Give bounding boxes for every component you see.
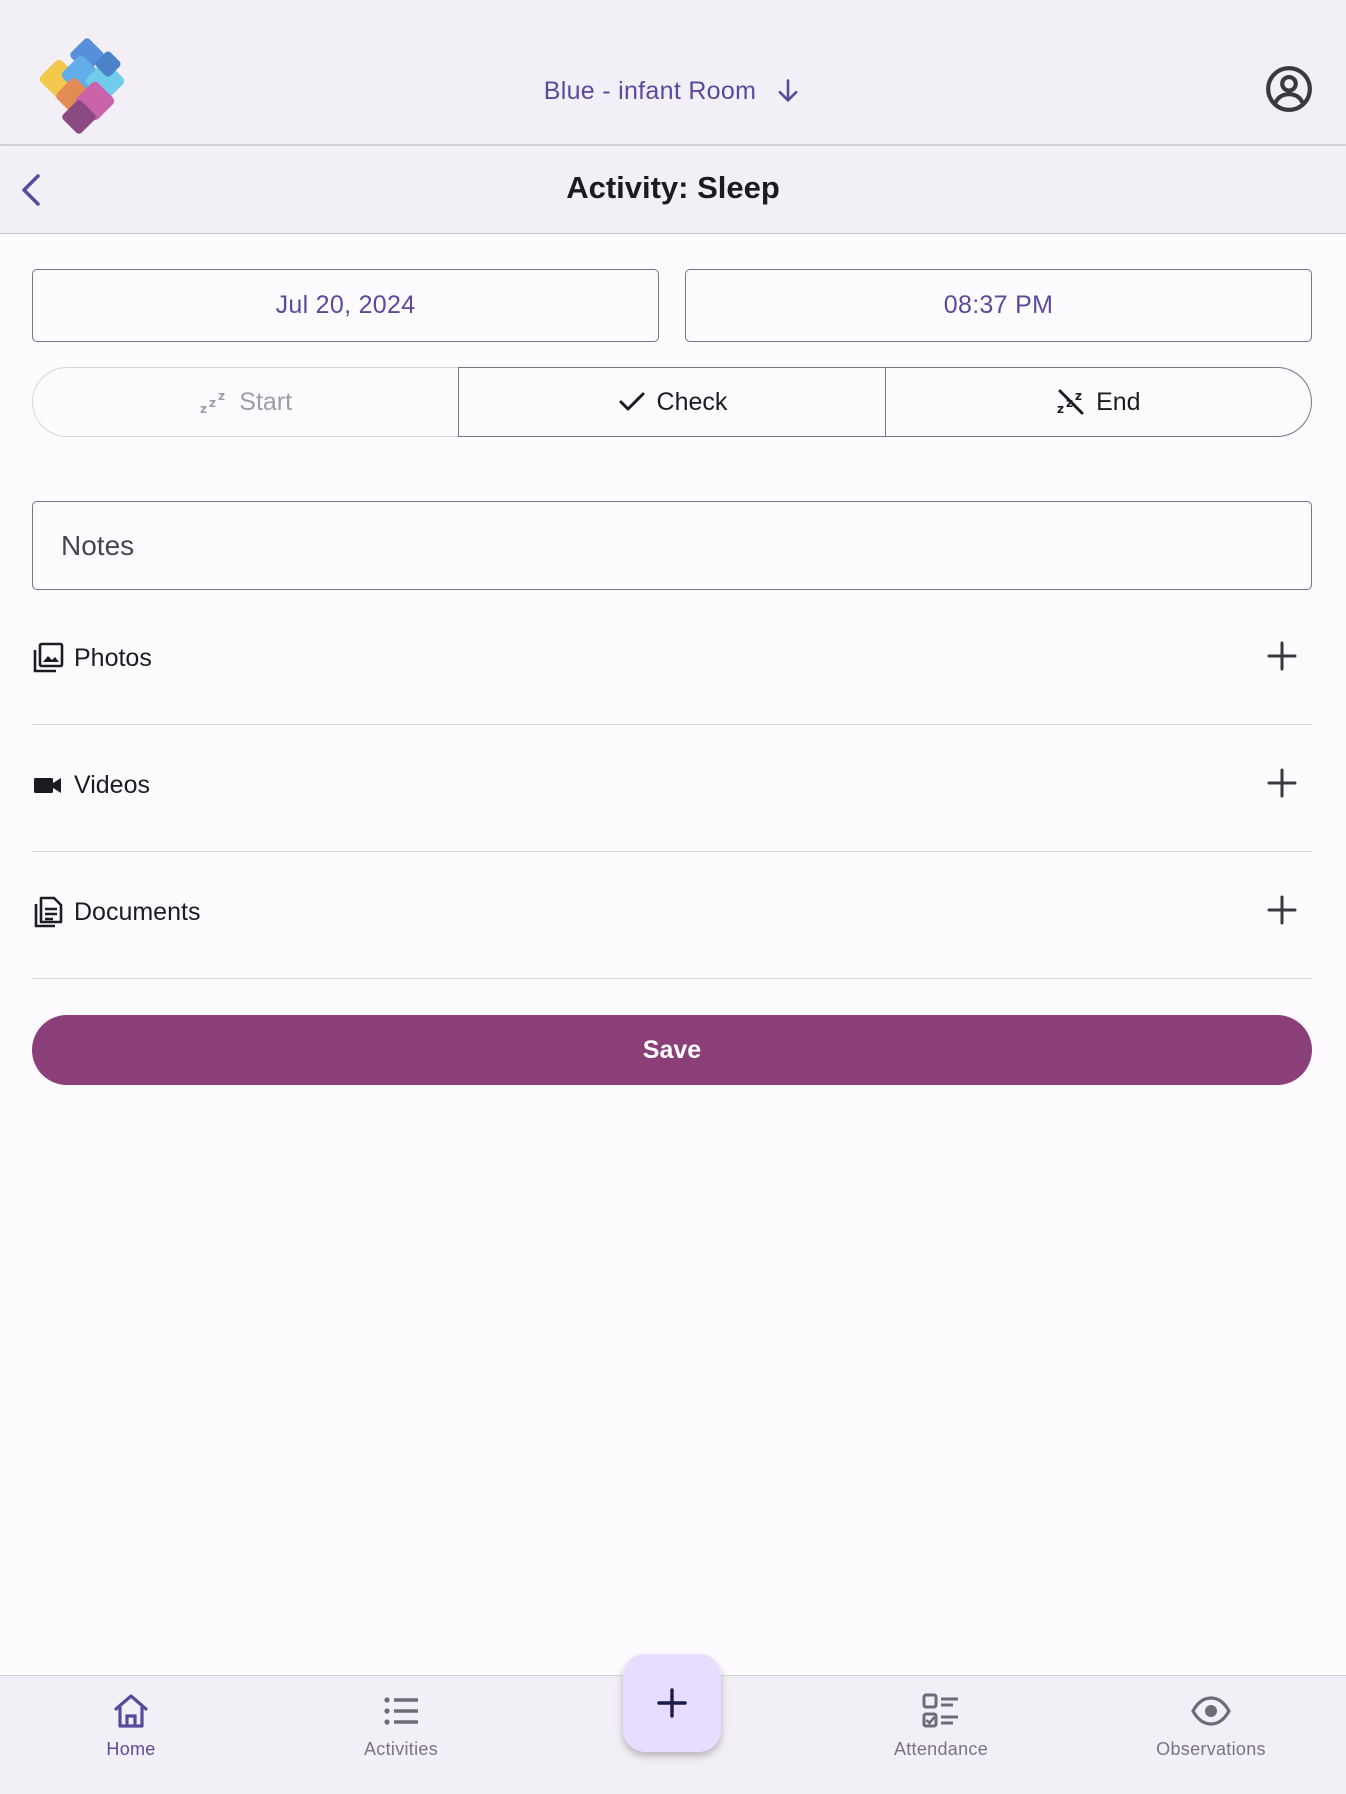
checklist-icon (922, 1693, 958, 1728)
home-icon (114, 1694, 148, 1728)
videos-label: Videos (74, 771, 150, 799)
videos-row[interactable]: Videos (32, 725, 1312, 852)
svg-text:z: z (1075, 389, 1082, 403)
nav-home[interactable]: Home (31, 1691, 231, 1771)
svg-text:z: z (218, 389, 225, 403)
nav-attendance[interactable]: Attendance (841, 1691, 1041, 1771)
add-video-icon[interactable] (1266, 767, 1298, 799)
svg-text:z: z (200, 402, 207, 416)
svg-text:z: z (209, 396, 216, 410)
documents-row[interactable]: Documents (32, 852, 1312, 979)
photo-library-icon (33, 642, 64, 673)
list-icon (384, 1697, 418, 1725)
photos-row[interactable]: Photos (32, 598, 1312, 725)
videocam-icon (34, 778, 61, 793)
eye-icon (1191, 1696, 1231, 1726)
time-value: 08:37 PM (943, 291, 1054, 319)
check-label: Check (656, 387, 728, 416)
check-icon (619, 392, 645, 411)
add-fab[interactable] (623, 1654, 721, 1752)
date-field[interactable]: Jul 20, 2024 (32, 269, 659, 342)
sleep-zzz-icon: z z z (200, 389, 225, 416)
add-photo-icon[interactable] (1266, 640, 1298, 672)
sleep-off-icon: z z z (1057, 389, 1084, 416)
notes-placeholder: Notes (61, 529, 135, 561)
svg-text:z: z (1057, 402, 1064, 416)
nav-observations-label: Observations (1156, 1739, 1266, 1759)
nav-activities[interactable]: Activities (301, 1691, 501, 1771)
add-document-icon[interactable] (1266, 894, 1298, 926)
room-label: Blue - infant Room (543, 76, 757, 105)
start-segment[interactable]: z z z Start (32, 367, 459, 437)
room-selector[interactable]: Blue - infant Room (0, 70, 1346, 112)
arrow-down-icon (778, 79, 798, 102)
end-segment[interactable]: z z z End (885, 367, 1312, 437)
nav-attendance-label: Attendance (893, 1739, 989, 1759)
start-label: Start (239, 387, 293, 416)
time-field[interactable]: 08:37 PM (685, 269, 1312, 342)
save-button[interactable]: Save (32, 1015, 1312, 1085)
check-segment[interactable]: Check (458, 367, 886, 437)
nav-home-label: Home (106, 1739, 156, 1759)
page-title: Activity: Sleep (566, 170, 780, 205)
top-app-bar: Blue - infant Room (0, 0, 1346, 146)
notes-input[interactable]: Notes (32, 501, 1312, 590)
account-circle-icon[interactable] (1264, 64, 1314, 114)
document-icon (34, 896, 63, 928)
nav-observations[interactable]: Observations (1111, 1691, 1311, 1771)
date-value: Jul 20, 2024 (275, 291, 416, 319)
end-label: End (1096, 387, 1141, 416)
nav-activities-label: Activities (363, 1739, 438, 1759)
photos-label: Photos (74, 644, 152, 672)
documents-label: Documents (74, 898, 201, 926)
plus-icon (657, 1688, 687, 1718)
sleep-state-segmented-button: z z z Start Check z z z End (32, 367, 1312, 437)
